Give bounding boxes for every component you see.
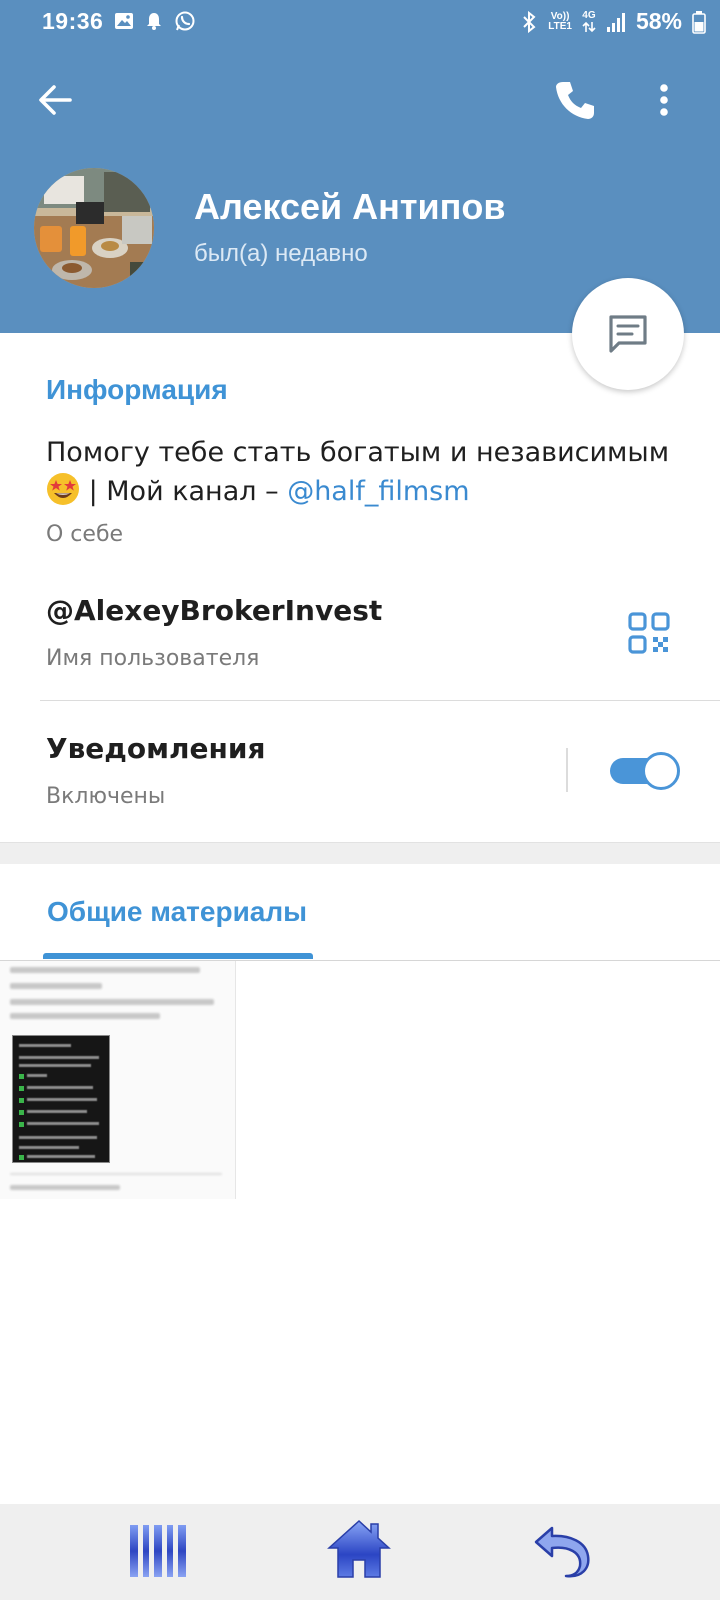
home-button[interactable] [326, 1518, 392, 1580]
status-left-icons [114, 10, 196, 32]
notifications-title: Уведомления [46, 732, 266, 765]
info-divider [40, 700, 720, 701]
signal-icon [606, 12, 625, 32]
tab-shared-media[interactable]: Общие материалы [47, 896, 307, 928]
bio-label: О себе [46, 522, 124, 547]
profile-name: Алексей Антипов [194, 186, 506, 227]
lte-label: LTE1 [548, 20, 572, 32]
system-navigation-bar [0, 1504, 720, 1600]
section-gap [0, 842, 720, 864]
status-bar: 19:36 Vo)) LTE1 4G 58% [0, 0, 720, 46]
send-message-button[interactable] [572, 278, 684, 390]
status-time: 19:36 [42, 8, 104, 34]
tab-indicator [43, 953, 313, 959]
media-thumbnail[interactable] [0, 961, 236, 1199]
back-icon [534, 1526, 590, 1578]
bio-text: Помогу тебе стать богатым и независимым … [46, 434, 686, 511]
volte-icon: Vo)) LTE1 [548, 10, 572, 32]
profile-last-seen: был(а) недавно [194, 240, 368, 267]
notifications-state: Включены [46, 784, 166, 809]
system-back-button[interactable] [532, 1522, 592, 1580]
home-icon [327, 1519, 391, 1578]
recent-apps-icon [130, 1525, 186, 1577]
avatar-photo [34, 168, 154, 288]
info-section-title: Информация [46, 374, 228, 405]
image-icon [115, 13, 133, 29]
qr-code-button[interactable] [628, 612, 670, 654]
toggle-separator [566, 748, 568, 792]
back-button[interactable] [36, 80, 76, 120]
bluetooth-icon [523, 10, 536, 33]
phone-icon [556, 82, 594, 119]
whatsapp-icon [175, 11, 195, 31]
bio-line-1: Помогу тебе стать богатым и независимым [46, 437, 670, 468]
chat-bubble-icon [609, 315, 647, 353]
thumbnail-screenshot [12, 1035, 110, 1163]
toggle-thumb [642, 752, 680, 790]
username-label: Имя пользователя [46, 646, 260, 671]
bio-line-2: | Мой канал – [80, 476, 288, 507]
network-label: 4G [582, 9, 596, 21]
recent-apps-button[interactable] [128, 1522, 188, 1580]
star-struck-emoji-icon [47, 473, 79, 505]
battery-percent: 58% [635, 8, 682, 34]
notification-bell-icon [147, 13, 161, 30]
username-value[interactable]: @AlexeyBrokerInvest [46, 594, 382, 627]
profile-avatar[interactable] [34, 168, 154, 288]
arrow-left-icon [39, 85, 72, 115]
battery-icon [692, 10, 706, 34]
notifications-toggle[interactable] [610, 752, 680, 790]
more-vertical-icon [660, 84, 668, 116]
channel-link[interactable]: @half_filmsm [287, 476, 469, 507]
4g-icon: 4G [582, 9, 596, 33]
qr-code-icon [628, 612, 670, 654]
call-button[interactable] [553, 78, 597, 122]
status-right-icons: Vo)) LTE1 4G 58% [520, 8, 706, 35]
more-options-button[interactable] [654, 80, 674, 120]
volte-label: Vo)) [550, 10, 570, 22]
